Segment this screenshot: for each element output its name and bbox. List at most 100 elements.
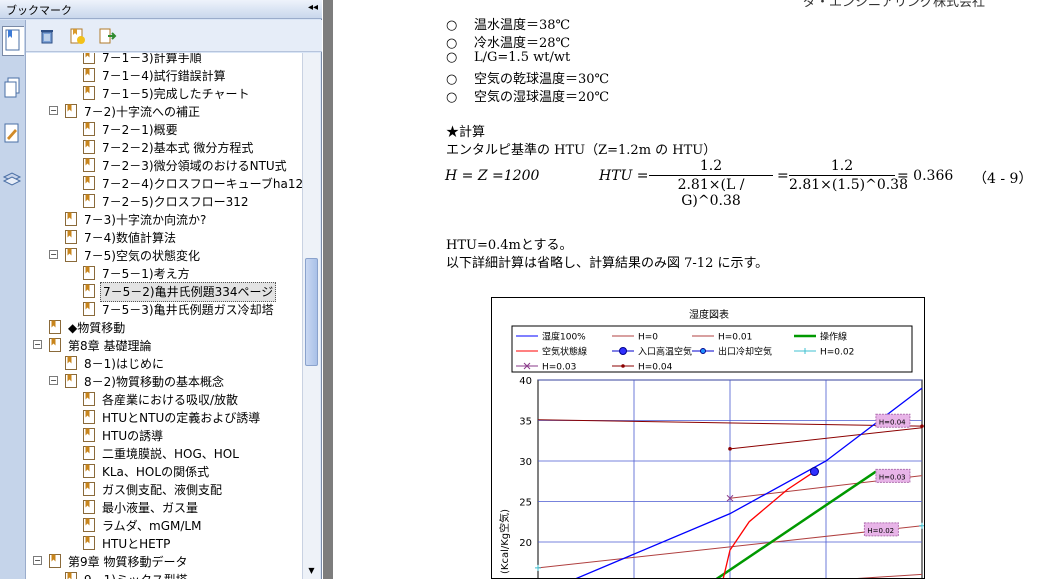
document-page: ダ・エンジニアリング株式会社 ○ 温水温度＝38℃ ○ 冷水温度＝28℃ ○ L/G=… — [333, 0, 1054, 579]
bookmark-item[interactable]: 第9章 物質移動データ — [48, 552, 189, 570]
bookmark-icon — [83, 427, 95, 442]
bookmark-item[interactable]: 7－2－4)クロスフローキューブha12,tw1 — [82, 174, 302, 192]
collapse-toggle-icon[interactable]: − — [49, 250, 58, 259]
y-tick-label: 25 — [519, 498, 532, 509]
bookmark-item[interactable]: 最小液量、ガス量 — [82, 498, 200, 516]
bookmark-label: KLa、HOLの関係式 — [102, 464, 210, 479]
bookmark-item[interactable]: 7－2－3)微分領域のおけるNTU式 — [82, 156, 289, 174]
bookmark-item[interactable]: 7－5－2)亀井氏例題334ページ — [82, 282, 277, 302]
formula-fraction-2: 1.2 2.81×(1.5)^0.38 — [789, 158, 908, 193]
bookmark-item[interactable]: 7－5－3)亀井氏例題ガス冷却塔 — [82, 300, 276, 318]
y-tick-label: 35 — [519, 417, 532, 428]
bookmark-label: 7－1－5)完成したチャート — [102, 86, 250, 101]
expand-bookmark-icon — [99, 28, 117, 44]
pages-tab-icon — [4, 77, 20, 98]
formula-lhs: H = Z =1200 — [445, 168, 540, 184]
bookmark-item[interactable]: KLa、HOLの関係式 — [82, 462, 211, 480]
signatures-tab[interactable] — [2, 120, 24, 150]
bookmark-item[interactable]: 第8章 基礎理論 — [48, 336, 153, 354]
panel-title: ブックマーク — [6, 4, 72, 17]
annotation-label: H=0.03 — [879, 473, 906, 481]
expand-bookmark-button[interactable] — [96, 25, 118, 47]
bookmark-label: ラムダ、mGM/LM — [102, 518, 202, 533]
bookmark-icon — [83, 265, 95, 280]
legend-marker — [621, 364, 625, 368]
bookmark-item[interactable]: 7－2－2)基本式 微分方程式 — [82, 138, 255, 156]
page-header-fragment: ダ・エンジニアリング株式会社 — [803, 0, 986, 10]
bookmark-item[interactable]: 7－3)十字流か向流か? — [64, 210, 208, 228]
bookmark-item[interactable]: 7－1－4)試行錯誤計算 — [82, 66, 228, 84]
bookmark-icon — [83, 445, 95, 460]
bookmark-label: HTUとHETP — [102, 536, 171, 551]
bookmark-item[interactable]: HTUとHETP — [82, 534, 172, 552]
bookmark-item[interactable]: ガス側支配、液側支配 — [82, 480, 224, 498]
bookmark-item[interactable]: 7－4)数値計算法 — [64, 228, 178, 246]
bookmark-label: ◆物質移動 — [68, 320, 126, 335]
legend-marker — [700, 348, 706, 354]
bookmark-item[interactable]: 各産業における吸収/放散 — [82, 390, 240, 408]
layers-tab[interactable] — [2, 165, 24, 195]
y-tick-label: 40 — [519, 376, 532, 387]
formula-equals: = — [777, 168, 789, 184]
bookmark-item[interactable]: 7－5)空気の状態変化 — [64, 246, 202, 264]
annotation-label: H=0.04 — [879, 418, 906, 426]
bookmark-item[interactable]: 7－1－3)計算手順 — [82, 53, 204, 66]
bookmark-icon — [65, 211, 77, 226]
chart-title: 湿度図表 — [689, 308, 729, 321]
formula-equation-number: （4 - 9） — [973, 171, 1033, 187]
legend-label: H=0.03 — [542, 363, 576, 373]
legend-label: H=0.01 — [718, 333, 752, 343]
collapse-toggle-icon[interactable]: − — [33, 340, 42, 349]
bookmark-item[interactable]: 二重境膜説、HOG、HOL — [82, 444, 241, 462]
bookmark-label: 7－5－2)亀井氏例題334ページ — [100, 282, 277, 302]
collapse-toggle-icon[interactable]: − — [49, 106, 58, 115]
bookmarks-tab-icon — [5, 29, 20, 51]
bookmark-item[interactable]: 9－1)ミックス型塔 — [64, 570, 190, 579]
bookmark-label: HTUの誘導 — [102, 428, 164, 443]
legend-label: H=0 — [638, 333, 658, 343]
bookmark-item[interactable]: 7－2)十字流への補正 — [64, 102, 202, 120]
bookmark-label: 7－2－4)クロスフローキューブha12,tw1 — [102, 176, 302, 191]
collapse-toggle-icon[interactable]: − — [49, 376, 58, 385]
bookmark-label: 第9章 物質移動データ — [68, 554, 188, 569]
bookmark-item[interactable]: 7－2－5)クロスフロー312 — [82, 192, 251, 210]
signatures-tab-icon — [4, 123, 19, 143]
tree-scrollbar[interactable]: ▼ — [302, 53, 320, 579]
bookmark-tree: 7－1－3)計算手順 7－1－4)試行錯誤計算 7－1－5)完成したチャート 7－2)… — [26, 53, 302, 579]
scroll-down-arrow-icon[interactable]: ▼ — [303, 562, 320, 579]
bookmark-label: 7－5－3)亀井氏例題ガス冷却塔 — [102, 302, 274, 317]
bookmark-icon — [83, 121, 95, 136]
bookmark-item[interactable]: 7－1－5)完成したチャート — [82, 84, 251, 102]
bookmark-item[interactable]: ◆物質移動 — [48, 318, 127, 336]
collapse-toggle-icon[interactable]: − — [33, 556, 42, 565]
bookmark-item[interactable]: 7－5－1)考え方 — [82, 264, 192, 282]
bookmark-item[interactable]: 8－1)はじめに — [64, 354, 166, 372]
htu-definition-line: エンタルピ基準の HTU（Z=1.2m の HTU） — [446, 143, 717, 158]
bookmark-label: 9－1)ミックス型塔 — [82, 571, 190, 579]
bookmark-item[interactable]: HTUの誘導 — [82, 426, 165, 444]
bullet-line-2: ○ 冷水温度＝28℃ — [446, 36, 571, 51]
bookmarks-tab[interactable] — [2, 26, 24, 56]
scroll-thumb[interactable] — [305, 258, 318, 366]
delete-bookmark-button[interactable] — [36, 25, 58, 47]
humidity-chart: 湿度図表 湿度100% H=0 H=0.01 操作線 空気状態線 入口高温空気 出口冷却空気 H… — [491, 297, 925, 579]
new-bookmark-button[interactable] — [66, 25, 88, 47]
bookmark-item[interactable]: HTUとNTUの定義および誘導 — [82, 408, 262, 426]
bookmark-item[interactable]: 7－2－1)概要 — [82, 120, 180, 138]
pages-tab[interactable] — [2, 75, 24, 105]
bookmark-item[interactable]: 8－2)物質移動の基本概念 — [64, 372, 226, 390]
h004-marker — [728, 447, 732, 451]
bookmark-label: 最小液量、ガス量 — [102, 500, 199, 515]
collapse-panel-button[interactable]: ◂◂ — [308, 2, 318, 13]
calc-heading: ★計算 — [446, 125, 486, 140]
bookmark-label: 7－1－4)試行錯誤計算 — [102, 68, 226, 83]
bookmark-item[interactable]: ラムダ、mGM/LM — [82, 516, 203, 534]
bookmark-label: 各産業における吸収/放散 — [102, 392, 239, 407]
bookmark-label: 7－5－1)考え方 — [102, 266, 190, 281]
bookmark-label: 8－2)物質移動の基本概念 — [84, 374, 224, 389]
bookmark-icon — [49, 319, 61, 334]
bookmark-label: 8－1)はじめに — [84, 356, 164, 371]
bookmark-icon — [83, 499, 95, 514]
htu-formula: H = Z =1200 HTU = 1.2 2.81×(L / G)^0.38 … — [445, 158, 1045, 209]
new-bookmark-icon — [70, 28, 85, 44]
